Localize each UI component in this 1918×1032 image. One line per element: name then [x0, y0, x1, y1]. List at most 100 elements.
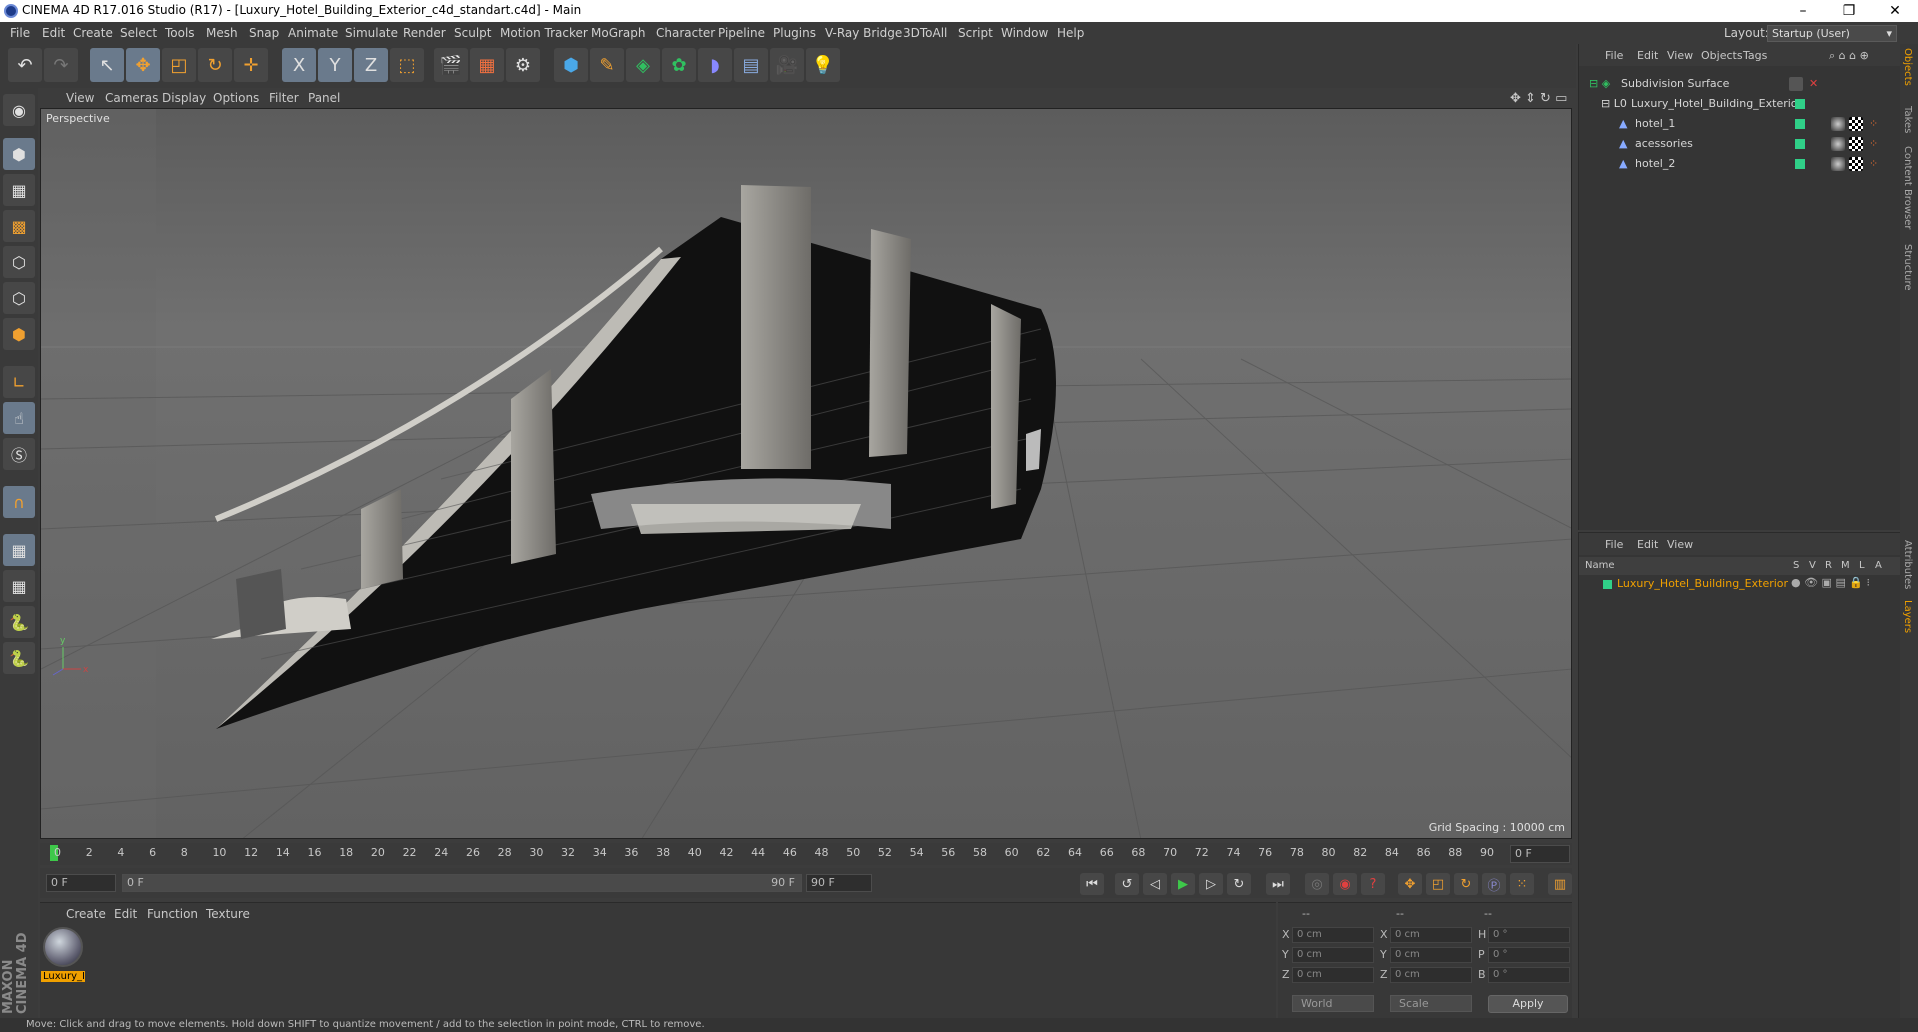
menu-render[interactable]: Render [403, 26, 446, 40]
deformer-icon[interactable]: ◗ [698, 48, 732, 82]
viewport-menu-cameras[interactable]: Cameras [105, 91, 158, 105]
viewport-menu-options[interactable]: Options [213, 91, 259, 105]
menu-plugins[interactable]: Plugins [773, 26, 816, 40]
layout-dropdown[interactable]: Startup (User) [1767, 25, 1897, 42]
go-to-start-icon[interactable]: ⏮ [1080, 873, 1104, 895]
object-menu-view[interactable]: View [1667, 49, 1693, 62]
object-name[interactable]: hotel_2 [1635, 157, 1675, 170]
texture-tag-icon[interactable] [1849, 117, 1863, 131]
python-script-icon[interactable]: 🐍 [3, 642, 35, 674]
layer-toggles-icon[interactable]: ● 👁 ▣ ▤ 🔒 ⁝ [1791, 576, 1870, 589]
menu-snap[interactable]: Snap [249, 26, 279, 40]
layer-name[interactable]: Luxury_Hotel_Building_Exterior [1617, 577, 1788, 590]
menu-tools[interactable]: Tools [165, 26, 195, 40]
camera-icon[interactable]: 🎥 [770, 48, 804, 82]
layer-color-swatch[interactable] [1603, 580, 1612, 589]
material-menu-function[interactable]: Function [147, 907, 198, 921]
object-menu-edit[interactable]: Edit [1637, 49, 1658, 62]
size-y-field[interactable]: 0 cm [1390, 947, 1472, 963]
edit-render-settings-icon[interactable]: ⚙ [506, 48, 540, 82]
render-picture-viewer-icon[interactable]: ▦ [470, 48, 504, 82]
menu-simulate[interactable]: Simulate [345, 26, 398, 40]
position-key-icon[interactable]: ✥ [1398, 873, 1422, 895]
object-menu-tags[interactable]: Tags [1743, 49, 1767, 62]
live-select-icon[interactable]: ↖ [90, 48, 124, 82]
layer-color-swatch[interactable] [1795, 139, 1805, 149]
x-axis-icon[interactable]: X [282, 48, 316, 82]
pen-spline-icon[interactable]: ✎ [590, 48, 624, 82]
edges-mode-icon[interactable]: ⬡ [3, 282, 35, 314]
menu-sculpt[interactable]: Sculpt [454, 26, 491, 40]
layer-menu-edit[interactable]: Edit [1637, 538, 1658, 551]
solo-mode-icon[interactable]: Ⓢ [3, 438, 35, 470]
object-menu-objects[interactable]: Objects [1701, 49, 1743, 62]
phong-tag-icon[interactable]: ⁘ [1869, 117, 1878, 130]
rot-p-field[interactable]: 0 ° [1488, 947, 1570, 963]
object-name[interactable]: Subdivision Surface [1621, 77, 1729, 90]
go-to-next-key-icon[interactable]: ↻ [1227, 873, 1251, 895]
menu-edit[interactable]: Edit [42, 26, 65, 40]
rotate-icon[interactable]: ↻ [198, 48, 232, 82]
tab-attributes[interactable]: Attributes [1902, 540, 1913, 589]
go-to-previous-key-icon[interactable]: ↺ [1115, 873, 1139, 895]
size-mode-dropdown[interactable]: Scale [1390, 995, 1472, 1012]
pos-z-field[interactable]: 0 cm [1292, 967, 1374, 983]
coordinate-mode-dropdown[interactable]: World [1292, 995, 1374, 1012]
tab-objects[interactable]: Objects [1902, 48, 1913, 86]
layer-color-swatch[interactable] [1795, 99, 1805, 109]
object-row-hotel-2[interactable]: ▲ hotel_2 ⁘ [1579, 154, 1901, 174]
timeline-ruler[interactable]: 0 2 4 6 8 10 12 14 16 18 20 22 24 26 28 30 32 34 36 38 40 42 4… [40, 843, 1572, 865]
menu-script[interactable]: Script [958, 26, 993, 40]
polygons-mode-icon[interactable]: ⬢ [3, 318, 35, 350]
floor-icon[interactable]: ▤ [734, 48, 768, 82]
go-to-end-icon[interactable]: ⏭ [1266, 873, 1290, 895]
model-mode-icon[interactable]: ⬢ [3, 138, 35, 170]
material-tag-icon[interactable] [1831, 157, 1845, 171]
next-frame-icon[interactable]: ▷ [1199, 873, 1223, 895]
material-menu-texture[interactable]: Texture [206, 907, 250, 921]
menu-motion-tracker[interactable]: Motion Tracker [500, 26, 588, 40]
size-x-field[interactable]: 0 cm [1390, 927, 1472, 943]
pos-y-field[interactable]: 0 cm [1292, 947, 1374, 963]
render-disabled-icon[interactable]: ✕ [1809, 77, 1818, 90]
frame-range-slider[interactable]: 0 F 90 F [122, 874, 802, 892]
viewport-menu-display[interactable]: Display [162, 91, 206, 105]
layer-menu-file[interactable]: File [1605, 538, 1623, 551]
pla-key-icon[interactable]: ⁙ [1510, 873, 1534, 895]
phong-tag-icon[interactable]: ⁘ [1869, 137, 1878, 150]
parameter-key-icon[interactable]: Ⓟ [1482, 873, 1506, 895]
make-editable-icon[interactable]: ◉ [3, 94, 35, 126]
object-manager-search-icon[interactable]: ⌕ ⌂ ⌂ ⊕ [1829, 49, 1869, 63]
enable-snap-icon[interactable]: ∩ [3, 486, 35, 518]
z-axis-icon[interactable]: Z [354, 48, 388, 82]
keyframe-selection-icon[interactable]: ? [1361, 873, 1385, 895]
axis-mode-icon[interactable]: ∟ [3, 366, 35, 398]
menu-mograph[interactable]: MoGraph [591, 26, 646, 40]
menu-help[interactable]: Help [1057, 26, 1084, 40]
phong-tag-icon[interactable]: ⁘ [1869, 157, 1878, 170]
menu-select[interactable]: Select [120, 26, 157, 40]
object-name[interactable]: acessories [1635, 137, 1693, 150]
menu-window[interactable]: Window [1001, 26, 1048, 40]
material-tag-icon[interactable] [1831, 137, 1845, 151]
undo-icon[interactable]: ↶ [8, 48, 42, 82]
material-name[interactable]: Luxury_I [41, 971, 85, 982]
viewport-nav-icons[interactable]: ✥ ⇕ ↻ ▭ [1510, 91, 1567, 106]
material-menu-create[interactable]: Create [66, 907, 106, 921]
close-button[interactable]: ✕ [1872, 0, 1918, 22]
viewport-menu-view[interactable]: View [66, 91, 94, 105]
tab-structure[interactable]: Structure [1902, 244, 1913, 291]
start-frame-field[interactable]: 0 F [46, 874, 116, 892]
layer-row[interactable]: Luxury_Hotel_Building_Exterior ● 👁 ▣ ▤ 🔒… [1579, 575, 1901, 593]
menu-vray-bridge[interactable]: V-Ray Bridge [825, 26, 902, 40]
tab-takes[interactable]: Takes [1902, 106, 1913, 133]
record-keys-icon[interactable]: ◎ [1305, 873, 1329, 895]
scale-icon[interactable]: ◰ [162, 48, 196, 82]
y-axis-icon[interactable]: Y [318, 48, 352, 82]
object-row-hotel-1[interactable]: ▲ hotel_1 ⁘ [1579, 114, 1901, 134]
layer-color-swatch[interactable] [1795, 119, 1805, 129]
mograph-cloner-icon[interactable]: ✿ [662, 48, 696, 82]
apply-button[interactable]: Apply [1488, 995, 1568, 1013]
workplane-icon[interactable]: ▩ [3, 210, 35, 242]
viewport-menu-panel[interactable]: Panel [308, 91, 340, 105]
